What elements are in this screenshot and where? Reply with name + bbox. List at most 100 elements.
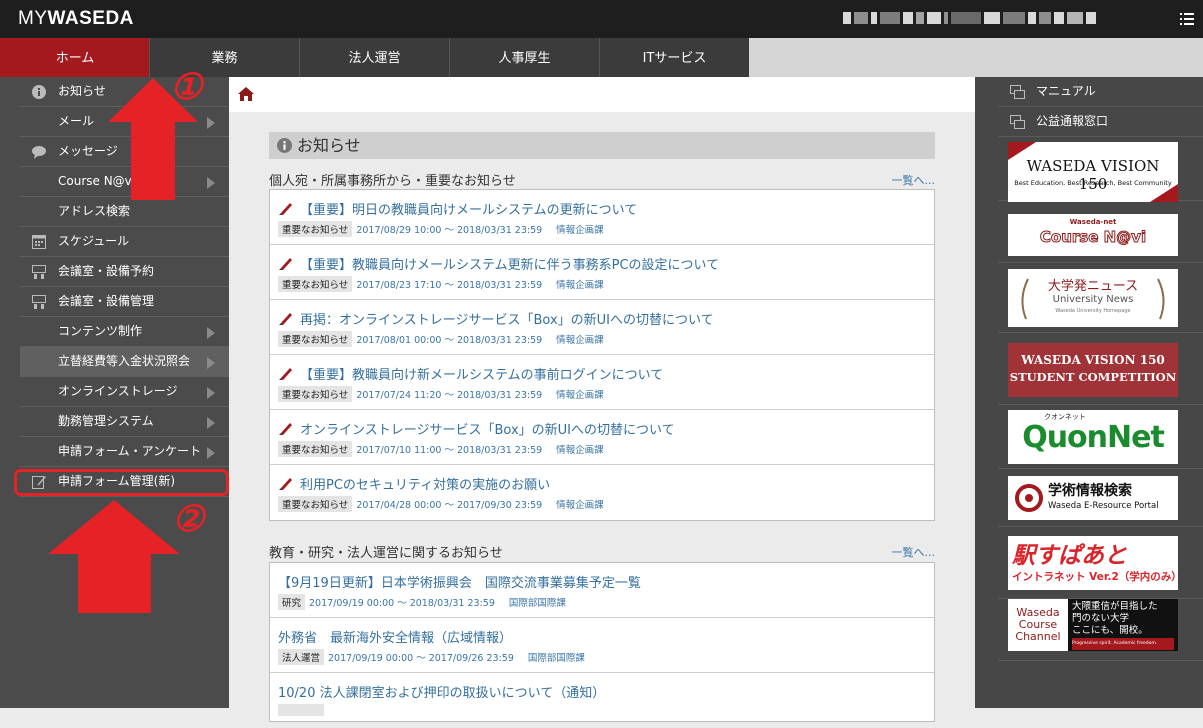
banner-student-competition[interactable]: WASEDA VISION 150 STUDENT COMPETITION xyxy=(998,333,1203,405)
news-meta: 重要なお知らせ 2017/08/29 10:00 ～ 2018/03/31 23:… xyxy=(278,221,604,237)
sidebar-item-address-search[interactable]: アドレス検索 xyxy=(20,197,229,227)
tab-home[interactable]: ホーム xyxy=(0,38,150,77)
mywaseda-logo[interactable]: MYWASEDA xyxy=(18,8,134,30)
news-dates: 2017/08/01 00:00 ～ 2018/03/31 23:59 xyxy=(356,335,543,346)
chevron-right-icon xyxy=(207,177,215,189)
user-info-blurred xyxy=(843,10,1143,26)
banner-text: ここにも、開校。 xyxy=(1072,625,1148,636)
news-dept: 情報企画課 xyxy=(556,390,604,401)
channel-right: 大隈重信が目指した 門のない大学 ここにも、開校。 Progressive sp… xyxy=(1068,599,1178,651)
category-badge: 重要なお知らせ xyxy=(278,496,353,512)
education-news-list: 【9月19日更新】日本学術振興会 国際交流事業募集予定一覧 研究 2017/09/… xyxy=(269,562,935,722)
news-item[interactable]: オンラインストレージサービス「Box」の新UIへの切替について 重要なお知らせ 2… xyxy=(270,410,934,465)
banner-text: STUDENT COMPETITION xyxy=(1009,370,1177,384)
gakujutsu-logo: 学術情報検索 Waseda E-Resource Portal xyxy=(1008,476,1178,520)
banner-course-channel[interactable]: Waseda Course Channel 大隈重信が目指した 門のない大学 こ… xyxy=(998,599,1203,661)
news-item[interactable]: 【重要】教職員向け新メールシステムの事前ログインについて 重要なお知らせ 2017… xyxy=(270,355,934,410)
news-item[interactable]: 10/20 法人課閉室および押印の取扱いについて（通知） xyxy=(270,673,934,728)
chevron-right-icon xyxy=(207,117,215,129)
news-dates: 2017/07/24 11:20 ～ 2018/03/31 23:59 xyxy=(356,390,543,401)
tab-it-service[interactable]: ITサービス xyxy=(599,38,749,77)
info-icon xyxy=(32,85,46,99)
logo-my: MY xyxy=(18,8,48,29)
news-dept: 情報企画課 xyxy=(556,500,604,511)
news-item[interactable]: 利用PCのセキュリティ対策の実施のお願い 重要なお知らせ 2017/04/28 0… xyxy=(270,465,934,520)
news-item[interactable]: 再掲：オンラインストレージサービス「Box」の新UIへの切替について 重要なお知… xyxy=(270,300,934,355)
category-badge: 法人運営 xyxy=(278,649,325,665)
news-title[interactable]: 外務省 最新海外安全情報（広域情報） xyxy=(278,627,512,646)
sidebar-item-room-reservation[interactable]: 会議室・設備予約 xyxy=(20,257,229,287)
banner-university-news[interactable]: 大学発ニュース University News Waseda Universit… xyxy=(998,263,1203,333)
news-item[interactable]: 【重要】明日の教職員向けメールシステムの更新について 重要なお知らせ 2017/0… xyxy=(270,190,934,245)
news-dates: 2017/08/23 17:10 ～ 2018/03/31 23:59 xyxy=(356,280,543,291)
news-item[interactable]: 外務省 最新海外安全情報（広域情報） 法人運営 2017/09/19 00:00 … xyxy=(270,618,934,673)
pencil-icon xyxy=(279,258,292,270)
news-dept: 情報企画課 xyxy=(556,280,604,291)
whistleblower-link[interactable]: 公益通報窓口 xyxy=(998,107,1203,137)
tab-jinji-kosei[interactable]: 人事厚生 xyxy=(449,38,599,77)
banner-gakujutsu[interactable]: 学術情報検索 Waseda E-Resource Portal xyxy=(998,469,1203,527)
annotation-number-1: ① xyxy=(170,66,203,108)
more-link[interactable]: 一覧へ... xyxy=(892,544,936,560)
news-title[interactable]: 【重要】明日の教職員向けメールシステムの更新について xyxy=(300,199,637,218)
news-dept: 情報企画課 xyxy=(556,225,604,236)
sidebar-item-label: お知らせ xyxy=(58,84,106,98)
group-header-education: 教育・研究・法人運営に関するお知らせ 一覧へ... xyxy=(269,542,935,561)
home-icon[interactable] xyxy=(238,87,254,101)
sidebar-item-online-storage[interactable]: オンラインストレージ xyxy=(20,377,229,407)
sidebar-item-label: メール xyxy=(58,114,95,128)
manual-link[interactable]: マニュアル xyxy=(998,77,1203,107)
tab-hojin-unei[interactable]: 法人運営 xyxy=(299,38,449,77)
news-title[interactable]: オンラインストレージサービス「Box」の新UIへの切替について xyxy=(300,419,675,438)
annotation-number-2: ② xyxy=(172,498,205,540)
window-icon xyxy=(1010,115,1025,129)
news-title[interactable]: 【9月19日更新】日本学術振興会 国際交流事業募集予定一覧 xyxy=(278,572,641,591)
news-item[interactable]: 【重要】教職員向けメールシステム更新に伴う事務系PCの設定について 重要なお知ら… xyxy=(270,245,934,300)
sidebar-item-forms-survey[interactable]: 申請フォーム・アンケート xyxy=(20,437,229,467)
banner-text: 大隈重信が目指した xyxy=(1072,601,1158,612)
news-meta: 重要なお知らせ 2017/08/01 00:00 ～ 2018/03/31 23:… xyxy=(278,331,604,347)
room-icon xyxy=(32,295,46,309)
news-title[interactable]: 【重要】教職員向けメールシステム更新に伴う事務系PCの設定について xyxy=(300,254,719,273)
news-meta: 法人運営 2017/09/19 00:00 ～ 2017/09/26 23:59 国… xyxy=(278,649,585,665)
banner-subtext: Progressive spirit. Academic freedom. xyxy=(1072,638,1174,650)
category-badge: 重要なお知らせ xyxy=(278,221,353,237)
news-title[interactable]: 10/20 法人課閉室および押印の取扱いについて（通知） xyxy=(278,682,605,701)
banner-text: 大学発ニュース xyxy=(1047,279,1139,294)
more-link[interactable]: 一覧へ... xyxy=(892,172,936,188)
right-sidebar: マニュアル 公益通報窓口 WASEDA VISION 150 Best Educ… xyxy=(975,77,1203,708)
pencil-icon xyxy=(279,203,292,215)
sidebar-item-room-management[interactable]: 会議室・設備管理 xyxy=(20,287,229,317)
news-title[interactable]: 利用PCのセキュリティ対策の実施のお願い xyxy=(300,474,550,493)
banner-ekisupa[interactable]: 駅すぱあと イントラネット Ver.2（学内のみ） xyxy=(998,527,1203,599)
banner-text: WASEDA VISION 150 xyxy=(1026,157,1160,193)
info-icon xyxy=(277,138,292,153)
news-title[interactable]: 【重要】教職員向け新メールシステムの事前ログインについて xyxy=(300,364,663,383)
news-title[interactable]: 再掲：オンラインストレージサービス「Box」の新UIへの切替について xyxy=(300,309,714,328)
news-meta xyxy=(278,704,328,719)
sidebar-item-contents[interactable]: コンテンツ制作 xyxy=(20,317,229,347)
list-menu-icon[interactable] xyxy=(1180,12,1194,26)
sidebar-item-label: 申請フォーム・アンケート xyxy=(58,444,202,458)
banner-waseda-vision[interactable]: WASEDA VISION 150 Best Education, Best R… xyxy=(998,137,1203,202)
competition-logo: WASEDA VISION 150 STUDENT COMPETITION xyxy=(1008,343,1178,397)
sidebar-item-label: 勤務管理システム xyxy=(58,414,154,428)
banner-subtext: Waseda E-Resource Portal xyxy=(1048,501,1159,511)
banner-quonnet[interactable]: クオンネット QuonNet xyxy=(998,405,1203,469)
news-meta: 重要なお知らせ 2017/08/23 17:10 ～ 2018/03/31 23:… xyxy=(278,276,604,292)
pencil-icon xyxy=(279,478,292,490)
banner-course-navi[interactable]: Waseda-net Course N@vi xyxy=(998,201,1203,263)
news-item[interactable]: 【9月19日更新】日本学術振興会 国際交流事業募集予定一覧 研究 2017/09/… xyxy=(270,563,934,618)
group-header-important: 個人宛・所属事務所から・重要なお知らせ 一覧へ... xyxy=(269,170,935,189)
link-label: マニュアル xyxy=(1036,84,1096,98)
news-dates: 2017/04/28 00:00 ～ 2017/09/30 23:59 xyxy=(356,500,543,511)
breadcrumb xyxy=(229,77,975,112)
sidebar-item-attendance[interactable]: 勤務管理システム xyxy=(20,407,229,437)
news-dept: 情報企画課 xyxy=(556,445,604,456)
sidebar-item-expense-status[interactable]: 立替経費等入金状況照会 xyxy=(20,347,229,377)
banner-text: QuonNet xyxy=(1022,420,1165,455)
category-badge xyxy=(278,704,324,716)
chevron-right-icon xyxy=(207,387,215,399)
sidebar-item-schedule[interactable]: スケジュール xyxy=(20,227,229,257)
room-icon xyxy=(32,265,46,279)
